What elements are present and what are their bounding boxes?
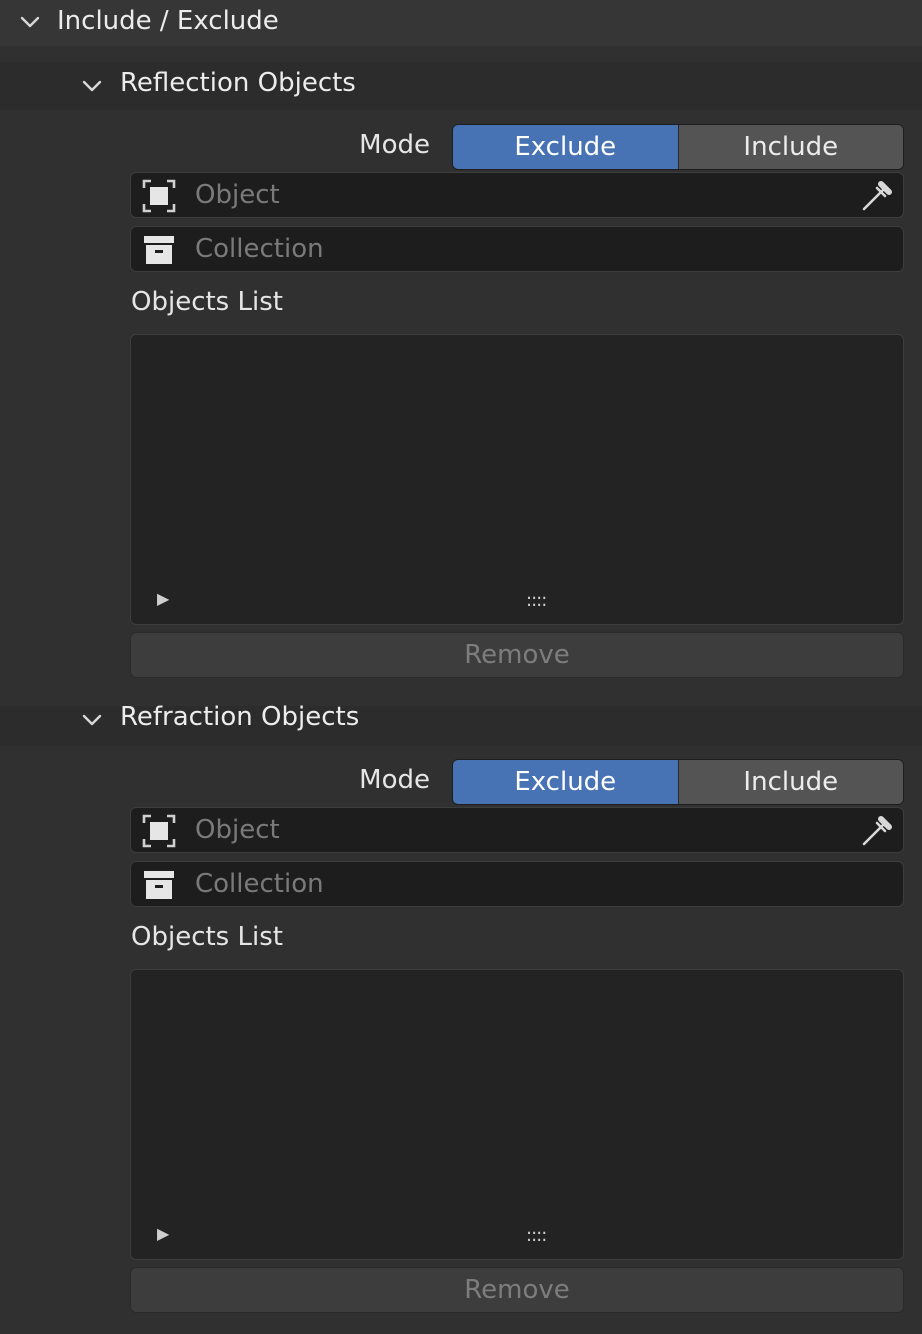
list-expand-icon[interactable]: ▶ [157, 1224, 169, 1243]
object-field[interactable]: Object [130, 807, 904, 853]
chevron-down-icon [82, 714, 102, 726]
object-field[interactable]: Object [130, 172, 904, 218]
mode-include-button[interactable]: Include [677, 125, 903, 169]
eyedropper-icon[interactable] [859, 813, 895, 849]
subpanel-title: Reflection Objects [120, 68, 356, 98]
mode-exclude-button[interactable]: Exclude [453, 125, 678, 169]
list-expand-icon[interactable]: ▶ [157, 589, 169, 608]
objects-list-label: Objects List [131, 922, 283, 952]
mode-toggle: Exclude Include [452, 124, 904, 170]
list-resize-grip[interactable]: :::: [526, 590, 547, 611]
remove-button[interactable]: Remove [130, 632, 904, 678]
object-placeholder: Object [195, 180, 280, 210]
mode-exclude-button[interactable]: Exclude [453, 760, 678, 804]
subpanel-header-refraction[interactable]: Refraction Objects [0, 702, 922, 746]
panel-header-include-exclude[interactable]: Include / Exclude [0, 0, 922, 46]
object-icon [142, 814, 176, 848]
subpanel-title: Refraction Objects [120, 702, 360, 732]
objects-list-label: Objects List [131, 287, 283, 317]
chevron-down-icon [20, 16, 40, 28]
collection-placeholder: Collection [195, 234, 324, 264]
object-placeholder: Object [195, 815, 280, 845]
subpanel-header-reflection[interactable]: Reflection Objects [0, 62, 922, 110]
collection-icon [144, 236, 174, 264]
objects-list[interactable]: ▶ :::: [130, 969, 904, 1260]
panel-title: Include / Exclude [57, 6, 279, 36]
chevron-down-icon [82, 80, 102, 92]
collection-placeholder: Collection [195, 869, 324, 899]
mode-label: Mode [359, 130, 430, 160]
mode-toggle: Exclude Include [452, 759, 904, 805]
mode-include-button[interactable]: Include [677, 760, 903, 804]
mode-label: Mode [359, 765, 430, 795]
objects-list[interactable]: ▶ :::: [130, 334, 904, 625]
collection-field[interactable]: Collection [130, 861, 904, 907]
list-resize-grip[interactable]: :::: [526, 1225, 547, 1246]
object-icon [142, 179, 176, 213]
eyedropper-icon[interactable] [859, 178, 895, 214]
remove-button[interactable]: Remove [130, 1267, 904, 1313]
collection-field[interactable]: Collection [130, 226, 904, 272]
collection-icon [144, 871, 174, 899]
